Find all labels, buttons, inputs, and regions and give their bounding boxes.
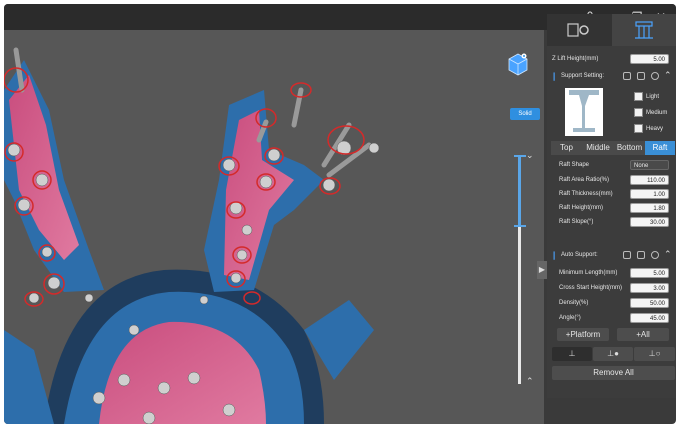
support-icon: [635, 21, 653, 39]
support-section-tabs: Top Middle Bottom Raft: [551, 141, 675, 155]
density-label: Density(%): [559, 300, 589, 306]
raft-slope-label: Raft Slope(°): [559, 219, 594, 225]
z-lift-input[interactable]: 5.00: [630, 54, 669, 64]
raft-shape-row: Raft Shape None: [547, 158, 676, 174]
slider-up-chevron-icon[interactable]: ⌃: [526, 376, 534, 387]
support-setting-icon: ┃: [552, 74, 557, 81]
heavy-checkbox[interactable]: [634, 124, 643, 133]
min-length-label: Minimum Length(mm): [559, 270, 618, 276]
support-tool-1-icon: ⊥: [568, 349, 576, 358]
remove-all-button[interactable]: Remove All: [552, 366, 675, 380]
support-preview-image: [565, 88, 603, 136]
cross-start-label: Cross Start Height(mm): [559, 285, 623, 291]
raft-slope-row: Raft Slope(°) 30.00: [547, 215, 676, 231]
layer-slider-lower[interactable]: [518, 226, 521, 384]
app-window: — ❐ ✕: [4, 4, 676, 424]
layer-slider-mid-handle[interactable]: [514, 225, 526, 227]
panel-collapse-button[interactable]: ▶: [537, 261, 547, 279]
support-tool-3-icon: ⊥○: [648, 349, 661, 358]
z-lift-label: Z Lift Height(mm): [552, 56, 599, 62]
model-render[interactable]: [4, 30, 544, 424]
angle-row: Angle(°) 45.00: [547, 311, 676, 327]
tab-slice-settings[interactable]: [547, 14, 611, 46]
auto-import-icon[interactable]: [623, 251, 631, 259]
raft-area-input[interactable]: 110.00: [630, 175, 669, 185]
tab-support[interactable]: [612, 14, 676, 46]
cross-start-input[interactable]: 3.00: [630, 283, 669, 293]
density-row: Density(%) 50.00: [547, 296, 676, 312]
raft-slope-input[interactable]: 30.00: [630, 217, 669, 227]
slider-down-chevron-icon[interactable]: ⌄: [526, 150, 534, 161]
tab-middle[interactable]: Middle: [582, 141, 614, 155]
raft-shape-label: Raft Shape: [559, 162, 590, 168]
collapse-chevron-icon[interactable]: ⌃: [664, 70, 672, 81]
layer-slider-top-handle[interactable]: [514, 155, 526, 157]
light-label: Light: [646, 94, 660, 100]
auto-collapse-chevron-icon[interactable]: ⌃: [664, 249, 672, 260]
min-length-input[interactable]: 5.00: [630, 268, 669, 278]
raft-thickness-input[interactable]: 1.00: [630, 189, 669, 199]
density-input[interactable]: 50.00: [630, 298, 669, 308]
min-length-row: Minimum Length(mm) 5.00: [547, 266, 676, 282]
view-cube-icon[interactable]: [507, 52, 529, 80]
raft-height-input[interactable]: 1.80: [630, 203, 669, 213]
support-tool-2-icon: ⊥●: [607, 349, 619, 358]
tab-raft[interactable]: Raft: [645, 141, 675, 155]
add-all-button[interactable]: +All: [617, 328, 669, 341]
light-checkbox[interactable]: [634, 92, 643, 101]
medium-checkbox[interactable]: [634, 108, 643, 117]
auto-reset-icon[interactable]: [651, 251, 659, 259]
auto-support-icon: ┃: [552, 253, 557, 260]
support-setting-label: Support Setting:: [561, 73, 605, 79]
heavy-label: Heavy: [646, 126, 664, 132]
auto-support-label: Auto Support:: [561, 252, 598, 258]
add-platform-button[interactable]: +Platform: [557, 328, 609, 341]
slice-settings-icon: [567, 23, 589, 37]
support-tool-1-button[interactable]: ⊥: [552, 347, 592, 361]
raft-thickness-label: Raft Thickness(mm): [559, 191, 613, 197]
support-tools-bar: ⊥ ⊥● ⊥○: [552, 347, 675, 361]
raft-shape-select[interactable]: None: [630, 160, 669, 170]
auto-support-header: ┃ Auto Support: ⌃: [547, 249, 676, 263]
support-tool-2-button[interactable]: ⊥●: [593, 347, 633, 361]
raft-area-label: Raft Area Ratio(%): [559, 177, 610, 183]
z-lift-row: Z Lift Height(mm) 5.00: [547, 52, 676, 68]
raft-height-label: Raft Height(mm): [559, 205, 604, 211]
angle-input[interactable]: 45.00: [630, 313, 669, 323]
support-panel: Z Lift Height(mm) 5.00 ┃ Support Setting…: [547, 14, 676, 398]
support-setting-header: ┃ Support Setting: ⌃: [547, 70, 676, 84]
cross-start-row: Cross Start Height(mm) 3.00: [547, 281, 676, 297]
view-mode-button[interactable]: Solid: [510, 108, 540, 120]
support-tool-3-button[interactable]: ⊥○: [634, 347, 675, 361]
medium-label: Medium: [646, 110, 668, 116]
tab-top[interactable]: Top: [551, 141, 582, 155]
export-icon[interactable]: [637, 72, 645, 80]
tab-bottom[interactable]: Bottom: [614, 141, 645, 155]
angle-label: Angle(°): [559, 315, 581, 321]
panel-tabs: [547, 14, 676, 46]
3d-viewport[interactable]: [4, 30, 544, 424]
import-icon[interactable]: [623, 72, 631, 80]
auto-export-icon[interactable]: [637, 251, 645, 259]
reset-icon[interactable]: [651, 72, 659, 80]
